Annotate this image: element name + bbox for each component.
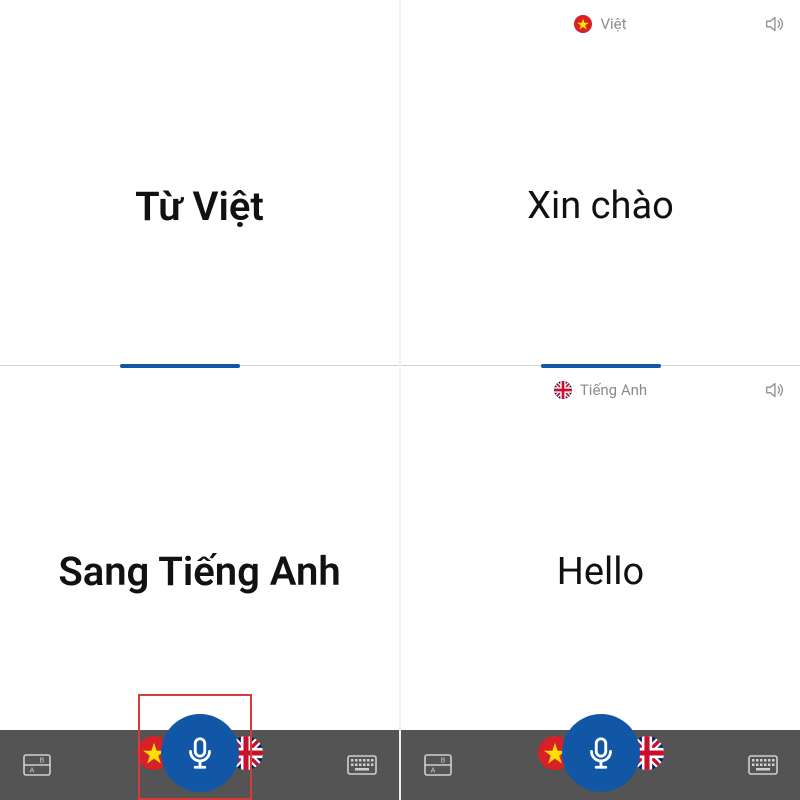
source-header: Việt [401, 0, 800, 48]
mic-button[interactable] [161, 714, 239, 792]
vietnam-flag-icon [574, 15, 592, 33]
target-pane: Sang Tiếng Anh [0, 366, 399, 731]
keyboard-button[interactable] [347, 750, 377, 780]
target-body: Hello [401, 414, 800, 731]
source-pane: Từ Việt [0, 0, 399, 365]
speak-target-button[interactable] [762, 378, 786, 402]
source-pane: Việt Xin chào [401, 0, 800, 365]
swap-mode-button[interactable] [423, 750, 453, 780]
screen-right: Việt Xin chào Tiếng Anh [399, 0, 800, 800]
screen-left: Từ Việt Sang Tiếng Anh [0, 0, 399, 800]
bottom-toolbar [401, 730, 800, 800]
source-body: Từ Việt [0, 48, 399, 365]
source-placeholder: Từ Việt [135, 183, 264, 230]
target-lang-label[interactable]: Tiếng Anh [554, 381, 647, 399]
swap-mode-button[interactable] [22, 750, 52, 780]
target-body: Sang Tiếng Anh [0, 414, 399, 731]
speak-source-button[interactable] [762, 12, 786, 36]
target-header [0, 366, 399, 414]
target-text: Hello [557, 550, 644, 594]
keyboard-button[interactable] [748, 750, 778, 780]
source-body: Xin chào [401, 48, 800, 365]
target-header: Tiếng Anh [401, 366, 800, 414]
source-lang-label[interactable]: Việt [574, 15, 626, 33]
mic-button[interactable] [562, 714, 640, 792]
bottom-toolbar [0, 730, 399, 800]
source-lang-text: Việt [600, 15, 626, 33]
source-text: Xin chào [527, 184, 674, 228]
mic-cluster [137, 714, 263, 792]
mic-cluster [538, 714, 664, 792]
two-screens: Từ Việt Sang Tiếng Anh [0, 0, 800, 800]
target-lang-text: Tiếng Anh [580, 381, 647, 399]
target-placeholder: Sang Tiếng Anh [58, 548, 340, 595]
target-pane: Tiếng Anh Hello [401, 366, 800, 731]
uk-flag-icon [554, 381, 572, 399]
source-header [0, 0, 399, 48]
